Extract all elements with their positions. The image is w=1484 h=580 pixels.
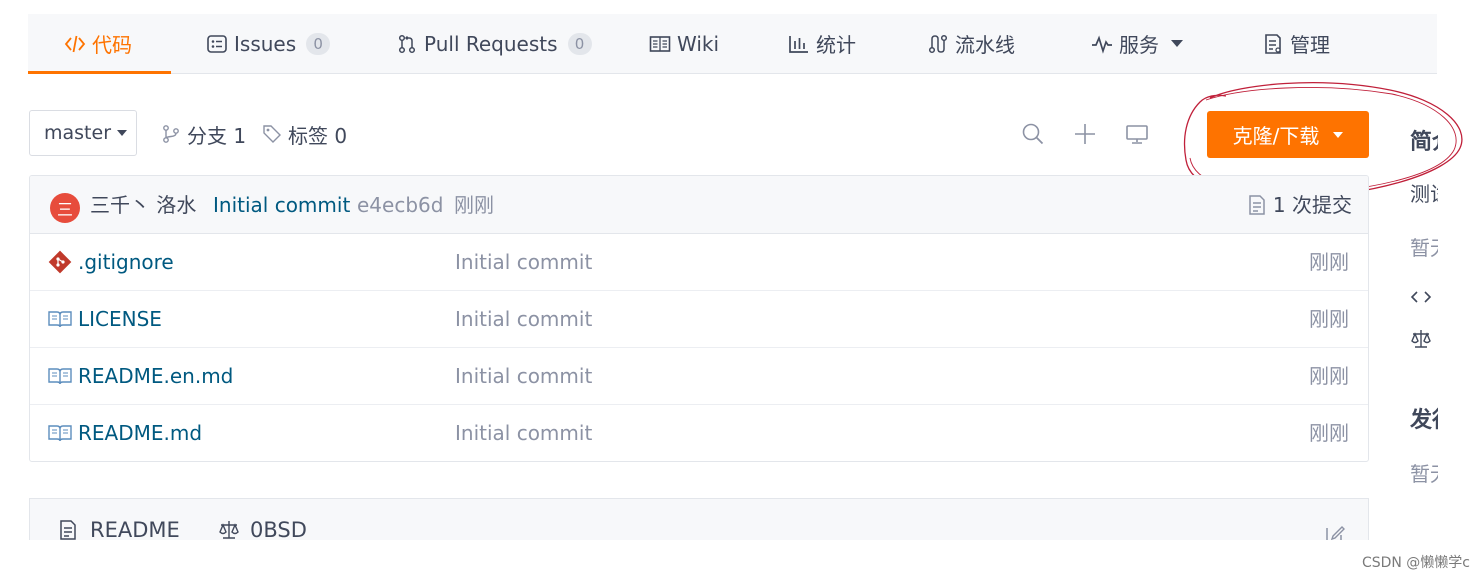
web-ide-icon[interactable] <box>1124 121 1150 147</box>
file-name[interactable]: LICENSE <box>78 291 162 348</box>
search-icon[interactable] <box>1020 121 1046 147</box>
table-row[interactable]: LICENSE Initial commit 刚刚 <box>30 291 1368 348</box>
intro-text: 测试 <box>1410 182 1438 206</box>
pull-requests-count-badge: 0 <box>567 32 592 55</box>
tab-pull-requests[interactable]: Pull Requests 0 <box>396 14 592 73</box>
book-icon <box>48 422 72 444</box>
release-heading: 发行版 <box>1410 408 1438 433</box>
chevron-down-icon <box>1333 131 1344 138</box>
repo-nav-tabs: 代码 Issues 0 Pull Requests 0 Wiki 统计 流水线 <box>28 14 1437 74</box>
release-empty: 暂无 <box>1410 462 1438 486</box>
branch-icon <box>161 124 181 144</box>
book-icon <box>48 365 72 387</box>
latest-commit-bar: 三 三千丶 洛水 Initial commit e4ecb6d 刚刚 1 次提交 <box>30 176 1368 234</box>
tab-label: 管理 <box>1290 33 1330 57</box>
commit-time: 刚刚 <box>454 193 494 217</box>
intro-empty: 暂无 <box>1410 236 1438 260</box>
pipeline-icon <box>927 33 949 55</box>
file-name[interactable]: README.en.md <box>78 348 233 405</box>
file-time: 刚刚 <box>1309 421 1349 445</box>
clone-label: 克隆/下载 <box>1232 124 1320 148</box>
code-icon <box>64 33 86 55</box>
book-icon <box>48 308 72 330</box>
commit-count-link[interactable]: 1 次提交 <box>1247 176 1352 234</box>
branches-label: 分支 1 <box>187 123 247 148</box>
code-icon <box>1410 291 1432 303</box>
tab-label: Wiki <box>677 31 720 56</box>
active-tab-indicator <box>28 71 171 74</box>
tags-link[interactable]: 标签 0 <box>262 120 347 148</box>
git-file-icon <box>48 250 72 274</box>
tab-services[interactable]: 服务 <box>1091 14 1183 73</box>
chart-icon <box>788 33 810 55</box>
viewport-cutoff <box>0 540 1484 580</box>
clone-download-button[interactable]: 克隆/下载 <box>1207 111 1369 158</box>
pull-request-icon <box>396 33 418 55</box>
issues-count-badge: 0 <box>306 32 331 55</box>
tab-label: Issues <box>234 31 297 56</box>
intro-heading: 简介 <box>1410 130 1438 155</box>
repo-sidebar: 简介 测试 暂无 发行版 暂无 <box>1410 110 1438 530</box>
issues-icon <box>206 33 228 55</box>
commit-count-label: 1 次提交 <box>1272 193 1352 217</box>
file-time: 刚刚 <box>1309 307 1349 331</box>
tab-label: 服务 <box>1119 33 1159 57</box>
wiki-icon <box>649 33 671 55</box>
file-list: 三 三千丶 洛水 Initial commit e4ecb6d 刚刚 1 次提交… <box>29 175 1369 462</box>
table-row[interactable]: .gitignore Initial commit 刚刚 <box>30 234 1368 291</box>
document-icon <box>58 519 80 541</box>
tags-label: 标签 0 <box>288 123 348 148</box>
tab-label: Pull Requests <box>424 31 558 56</box>
table-row[interactable]: README.md Initial commit 刚刚 <box>30 405 1368 461</box>
readme-tab-label: README <box>90 518 180 542</box>
file-name[interactable]: README.md <box>78 405 202 461</box>
file-commit-message[interactable]: Initial commit <box>455 348 592 405</box>
commit-sha[interactable]: e4ecb6d <box>357 176 443 234</box>
scale-icon <box>1411 330 1431 348</box>
tab-manage[interactable]: 管理 <box>1262 14 1330 73</box>
chevron-down-icon <box>1171 40 1183 47</box>
tag-icon <box>262 124 282 144</box>
branches-link[interactable]: 分支 1 <box>161 120 246 148</box>
tab-issues[interactable]: Issues 0 <box>206 14 331 73</box>
branch-select[interactable]: master <box>29 110 137 156</box>
commit-message[interactable]: Initial commit <box>213 176 350 234</box>
commit-author[interactable]: 三千丶 洛水 <box>90 176 196 234</box>
file-time: 刚刚 <box>1309 250 1349 274</box>
file-commit-message[interactable]: Initial commit <box>455 405 592 461</box>
avatar[interactable]: 三 <box>50 193 80 223</box>
tab-code[interactable]: 代码 <box>64 14 132 73</box>
file-name[interactable]: .gitignore <box>78 234 174 291</box>
manage-icon <box>1262 33 1284 55</box>
tab-statistics[interactable]: 统计 <box>788 14 856 73</box>
watermark: CSDN @懒懒学c <box>1361 555 1470 571</box>
tab-label: 流水线 <box>955 33 1015 57</box>
tab-pipeline[interactable]: 流水线 <box>927 14 1015 73</box>
file-time: 刚刚 <box>1309 364 1349 388</box>
tab-label: 统计 <box>816 33 856 57</box>
pulse-icon <box>1091 33 1113 55</box>
file-commit-message[interactable]: Initial commit <box>455 234 592 291</box>
file-commit-message[interactable]: Initial commit <box>455 291 592 348</box>
branch-name: master <box>44 122 112 144</box>
scale-icon <box>218 519 240 541</box>
license-tab-label: 0BSD <box>250 518 307 542</box>
tab-label: 代码 <box>92 33 132 57</box>
commits-icon <box>1247 194 1267 216</box>
table-row[interactable]: README.en.md Initial commit 刚刚 <box>30 348 1368 405</box>
chevron-down-icon <box>117 130 128 136</box>
add-icon[interactable] <box>1072 121 1098 147</box>
tab-wiki[interactable]: Wiki <box>649 14 719 73</box>
